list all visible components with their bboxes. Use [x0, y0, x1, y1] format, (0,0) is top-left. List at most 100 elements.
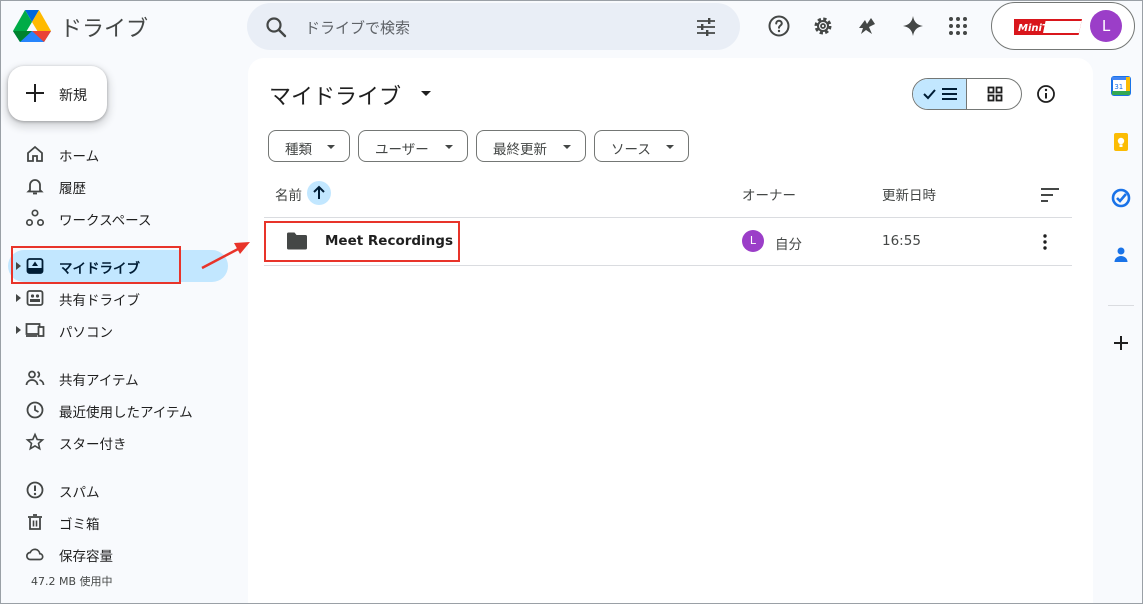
- sparkle-icon[interactable]: [901, 14, 925, 38]
- chevron-down-icon: [563, 145, 571, 149]
- sidebar-item-shared-with-me[interactable]: 共有アイテム: [8, 362, 228, 394]
- chevron-down-icon: [327, 145, 335, 149]
- sidebar-item-label: 最近使用したアイテム: [59, 405, 193, 421]
- contacts-icon[interactable]: [1111, 244, 1131, 264]
- grid-icon: [987, 86, 1003, 102]
- column-header-modified[interactable]: 更新日時: [882, 184, 936, 204]
- filter-user-chip[interactable]: ユーザー: [358, 130, 468, 162]
- view-toggle: [912, 78, 1022, 110]
- new-button[interactable]: 新規: [8, 66, 107, 121]
- rail-divider: [1108, 305, 1134, 306]
- calendar-icon[interactable]: 31: [1111, 76, 1131, 96]
- title-dropdown-icon[interactable]: [421, 91, 431, 96]
- annotation-arrow-icon: [201, 242, 250, 270]
- file-name[interactable]: Meet Recordings: [325, 233, 453, 249]
- sidebar-item-label: ワークスペース: [59, 213, 152, 229]
- help-icon[interactable]: [767, 14, 791, 38]
- chevron-down-icon: [666, 145, 674, 149]
- expand-caret-icon[interactable]: [16, 294, 21, 302]
- drive-logo-icon[interactable]: [12, 8, 52, 44]
- filter-source-chip[interactable]: ソース: [594, 130, 689, 162]
- main-content: マイドライブ 種類 ユーザー 最終更新 ソース 名前 オーナー 更新日時 Mee…: [248, 58, 1093, 604]
- home-icon: [27, 145, 43, 162]
- owner-name: 自分: [775, 237, 802, 253]
- search-bar[interactable]: ドライブで検索: [247, 3, 740, 50]
- search-input[interactable]: ドライブで検索: [305, 17, 410, 38]
- column-header-name[interactable]: 名前: [275, 184, 302, 204]
- column-header-owner[interactable]: オーナー: [742, 184, 796, 204]
- search-icon[interactable]: [264, 15, 288, 39]
- sidebar-item-shared-drives[interactable]: 共有ドライブ: [8, 282, 228, 314]
- minitool-logo-text: MiniTool: [1018, 23, 1065, 34]
- svg-text:31: 31: [1114, 83, 1123, 91]
- info-icon[interactable]: [1036, 84, 1056, 104]
- sidebar-item-workspace[interactable]: ワークスペース: [8, 202, 228, 234]
- sidebar-item-label: 保存容量: [59, 549, 113, 565]
- arrow-up-icon: [313, 185, 325, 199]
- minitool-logo: MiniTool: [1014, 19, 1082, 35]
- sidebar-item-trash[interactable]: ゴミ箱: [8, 506, 228, 538]
- plus-icon: [26, 84, 44, 102]
- sort-direction-button[interactable]: [307, 181, 331, 205]
- filter-chip-label: ソース: [611, 142, 651, 158]
- sidebar-item-computers[interactable]: パソコン: [8, 314, 228, 346]
- table-divider: [264, 265, 1072, 266]
- filter-chip-label: 種類: [285, 142, 312, 158]
- search-options-icon[interactable]: [694, 15, 718, 39]
- page-title[interactable]: マイドライブ: [269, 79, 401, 111]
- sidebar-item-label: パソコン: [59, 325, 113, 341]
- sidebar-item-storage[interactable]: 保存容量: [8, 538, 228, 570]
- sidebar-item-label: 共有アイテム: [59, 373, 139, 389]
- gemini-shortcut-icon[interactable]: [855, 14, 879, 38]
- folder-icon: [287, 232, 307, 250]
- sidebar-item-starred[interactable]: スター付き: [8, 426, 228, 458]
- sidebar-item-label: 共有ドライブ: [59, 293, 140, 309]
- spam-icon: [26, 481, 44, 499]
- keep-icon[interactable]: [1111, 132, 1131, 152]
- expand-caret-icon[interactable]: [16, 262, 21, 270]
- owner-avatar: L: [742, 230, 764, 252]
- settings-icon[interactable]: [811, 14, 835, 38]
- filter-chip-label: ユーザー: [375, 142, 429, 158]
- chevron-down-icon: [445, 145, 453, 149]
- filter-modified-chip[interactable]: 最終更新: [476, 130, 586, 162]
- sidebar-item-label: ゴミ箱: [59, 517, 100, 533]
- sidebar-item-my-drive[interactable]: マイドライブ: [8, 250, 228, 282]
- trash-icon: [28, 514, 42, 530]
- expand-caret-icon[interactable]: [16, 326, 21, 334]
- sidebar-item-label: 履歴: [59, 181, 86, 197]
- shared-drive-icon: [26, 290, 44, 306]
- grid-view-button[interactable]: [968, 79, 1021, 109]
- sort-options-icon[interactable]: [1040, 185, 1060, 205]
- computer-icon: [25, 323, 45, 337]
- new-button-label: 新規: [59, 88, 87, 104]
- sidebar-item-label: ホーム: [59, 149, 100, 165]
- storage-usage-text: 47.2 MB 使用中: [31, 575, 113, 588]
- avatar[interactable]: L: [1090, 10, 1122, 42]
- sidebar-item-home[interactable]: ホーム: [8, 138, 228, 170]
- sidebar-item-spam[interactable]: スパム: [8, 474, 228, 506]
- sidebar-item-label: スパム: [59, 485, 100, 501]
- sidebar-item-history[interactable]: 履歴: [8, 170, 228, 202]
- filter-chip-label: 最終更新: [493, 142, 547, 158]
- more-vert-icon[interactable]: [1035, 232, 1055, 252]
- check-list-icon: [923, 88, 957, 100]
- table-row[interactable]: Meet Recordings L 自分 16:55: [264, 218, 1072, 265]
- sidebar-item-label: スター付き: [59, 437, 127, 453]
- add-icon[interactable]: [1111, 333, 1131, 353]
- clock-icon: [26, 401, 44, 419]
- apps-grid-icon[interactable]: [946, 14, 970, 38]
- top-header: ドライブ ドライブで検索 MiniTool L: [0, 0, 1143, 56]
- sidebar-item-recent[interactable]: 最近使用したアイテム: [8, 394, 228, 426]
- list-view-button[interactable]: [913, 79, 967, 109]
- star-icon: [25, 432, 45, 451]
- app-name[interactable]: ドライブ: [60, 11, 148, 43]
- filter-type-chip[interactable]: 種類: [268, 130, 350, 162]
- account-button[interactable]: MiniTool L: [991, 2, 1135, 50]
- modified-time: 16:55: [882, 233, 921, 249]
- sidebar-item-label: マイドライブ: [59, 261, 140, 277]
- cloud-icon: [26, 548, 44, 561]
- my-drive-icon: [26, 258, 44, 274]
- tasks-icon[interactable]: [1111, 188, 1131, 208]
- people-icon: [25, 370, 45, 386]
